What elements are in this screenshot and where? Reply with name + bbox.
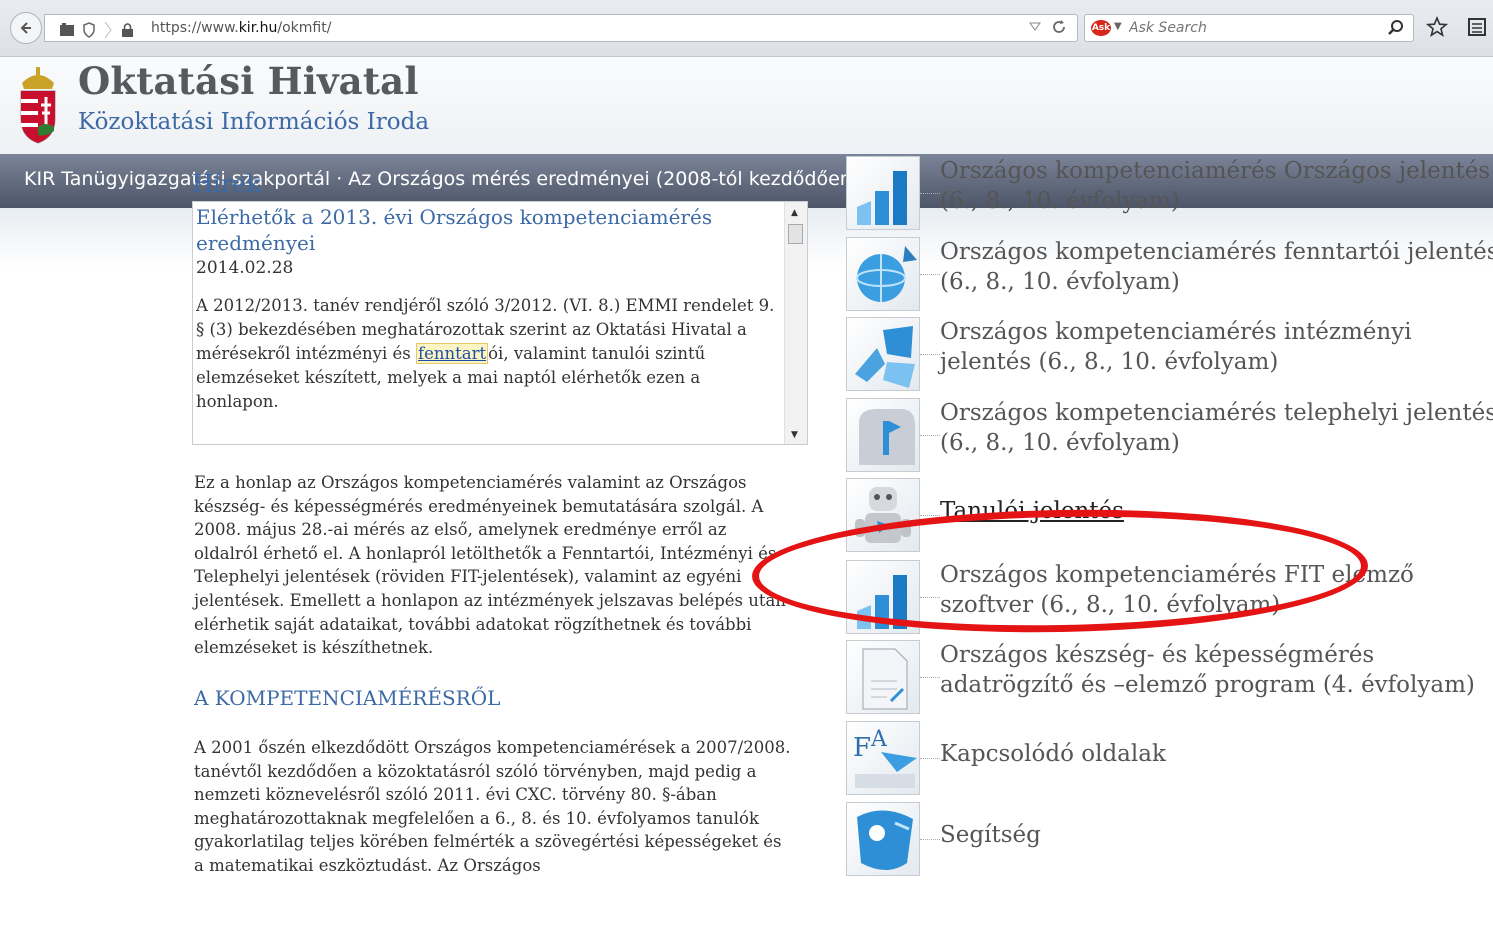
news-scrollbar[interactable]: ▲ ▼ (784, 202, 807, 444)
report-link-6[interactable]: Országos kompetenciamérés FIT elemző szo… (846, 560, 1493, 636)
document-icon[interactable] (846, 640, 920, 714)
url-text[interactable]: https://www.kir.hu/okmfit/ (151, 20, 331, 36)
address-bar[interactable]: https://www.kir.hu/okmfit/ (44, 14, 1078, 42)
site-header: Oktatási Hivatal Közoktatási Információs… (0, 57, 1493, 154)
url-domain: kir.hu (238, 20, 278, 36)
ask-logo-icon[interactable]: Ask (1091, 20, 1111, 36)
news-item-body: A 2012/2013. tanév rendjéről szóló 3/201… (196, 294, 776, 414)
scroll-down-icon[interactable]: ▼ (791, 430, 798, 440)
report-link-label[interactable]: Kapcsolódó oldalak (940, 739, 1493, 769)
report-link-label[interactable]: Országos kompetenciamérés intézményi jel… (940, 317, 1493, 377)
connector-dots (920, 354, 940, 355)
robot-icon[interactable] (846, 478, 920, 552)
report-link-9[interactable]: Segítség (846, 802, 1493, 878)
bar-chart-icon[interactable] (846, 156, 920, 230)
dropdown-arrow-icon[interactable] (1029, 22, 1041, 32)
report-link-1[interactable]: Országos kompetenciamérés Országos jelen… (846, 156, 1493, 232)
connector-dots (920, 515, 940, 516)
report-link-label[interactable]: Országos kompetenciamérés fenntartói jel… (940, 237, 1493, 297)
org-title[interactable]: Oktatási Hivatal (78, 59, 419, 103)
report-link-label[interactable]: Segítség (940, 820, 1493, 850)
windows-icon[interactable] (846, 317, 920, 391)
connector-dots (920, 274, 940, 275)
news-item-date: 2014.02.28 (196, 258, 294, 278)
report-link-3[interactable]: Országos kompetenciamérés intézményi jel… (846, 317, 1493, 393)
connector-dots (920, 839, 940, 840)
back-arrow-icon (20, 22, 31, 34)
shield-icon[interactable] (83, 22, 95, 38)
reload-icon[interactable] (1051, 19, 1067, 35)
scroll-thumb[interactable] (788, 224, 803, 244)
bookmark-star-icon[interactable] (1426, 16, 1448, 38)
faq-icon[interactable]: FA (846, 721, 920, 795)
search-input[interactable] (1129, 18, 1359, 38)
report-link-2[interactable]: Országos kompetenciamérés fenntartói jel… (846, 237, 1493, 313)
intro-paragraph: Ez a honlap az Országos kompetenciamérés… (194, 473, 786, 658)
connector-dots (920, 758, 940, 759)
coat-of-arms-icon (20, 67, 56, 144)
org-subtitle[interactable]: Közoktatási Információs Iroda (78, 109, 429, 135)
back-button[interactable] (10, 12, 42, 44)
mailbox-icon[interactable] (846, 398, 920, 472)
connector-dots (920, 677, 940, 678)
bar-chart-icon[interactable] (846, 560, 920, 634)
svg-text:A: A (870, 727, 888, 752)
portal-breadcrumb[interactable]: KIR Tanügyigazgatási szakportál · Az Ors… (24, 168, 859, 190)
chevron-right-icon (104, 21, 112, 39)
lock-icon (122, 23, 133, 37)
search-engine-dropdown-icon[interactable]: ▼ (1114, 21, 1122, 32)
news-box[interactable]: Elérhetők a 2013. évi Országos kompetenc… (192, 201, 808, 445)
help-icon[interactable] (846, 802, 920, 876)
report-link-label[interactable]: Országos készség- és képességmérés adatr… (940, 640, 1493, 700)
report-link-label[interactable]: Tanulói jelentés (940, 496, 1493, 526)
report-link-label[interactable]: Országos kompetenciamérés telephelyi jel… (940, 398, 1493, 458)
bookmarks-menu-icon[interactable] (1466, 16, 1488, 38)
connector-dots (920, 435, 940, 436)
news-heading: Hírek (192, 170, 261, 198)
scroll-up-icon[interactable]: ▲ (791, 208, 798, 218)
report-link-7[interactable]: Országos készség- és képességmérés adatr… (846, 640, 1493, 716)
url-prefix: https://www. (151, 20, 239, 36)
section-heading: A KOMPETENCIAMÉRÉSRŐL (194, 686, 501, 710)
news-item-title[interactable]: Elérhetők a 2013. évi Országos kompetenc… (196, 204, 776, 256)
report-link-5[interactable]: Tanulói jelentés (846, 478, 1493, 554)
report-link-8[interactable]: F A Kapcsolódó oldalak (846, 721, 1493, 797)
highlighted-word[interactable]: fenntart (416, 343, 489, 364)
report-link-label[interactable]: Országos kompetenciamérés Országos jelen… (940, 156, 1493, 216)
globe-icon[interactable] (846, 237, 920, 311)
report-link-4[interactable]: Országos kompetenciamérés telephelyi jel… (846, 398, 1493, 474)
url-path: /okmfit/ (277, 20, 332, 36)
svg-text:F: F (853, 733, 871, 763)
search-bar[interactable]: Ask ▼ (1084, 14, 1414, 42)
section-paragraph: A 2001 őszén elkezdődött Országos kompet… (194, 738, 791, 875)
browser-toolbar: https://www.kir.hu/okmfit/ Ask ▼ (0, 0, 1493, 57)
report-link-label[interactable]: Országos kompetenciamérés FIT elemző szo… (940, 560, 1493, 620)
library-icon[interactable] (59, 23, 75, 37)
connector-dots (920, 193, 940, 194)
connector-dots (920, 597, 940, 598)
search-icon[interactable] (1387, 19, 1405, 37)
